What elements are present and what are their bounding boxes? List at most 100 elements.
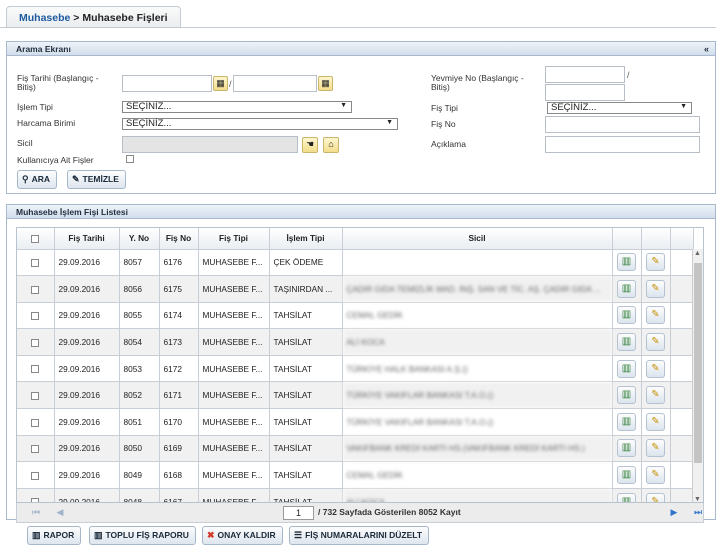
hand-pointer-icon[interactable]: ☚ bbox=[302, 137, 318, 153]
row-checkbox-cell[interactable] bbox=[17, 381, 55, 410]
select-all-checkbox[interactable] bbox=[31, 235, 40, 244]
scroll-down-icon[interactable]: ▼ bbox=[694, 496, 701, 502]
fis-numaralarini-duzelt-button[interactable]: ☰ FİŞ NUMARALARINI DÜZELT bbox=[289, 526, 430, 545]
table-row[interactable]: 29.09.2016 8050 6169 MUHASEBE F... TAHSİLAT V… bbox=[17, 435, 694, 463]
edit-pencil-icon[interactable]: ✎ bbox=[646, 279, 665, 298]
col-fis-tipi[interactable]: Fiş Tipi bbox=[198, 228, 270, 250]
edit-pencil-icon[interactable]: ✎ bbox=[646, 253, 665, 272]
row-checkbox-cell[interactable] bbox=[17, 435, 55, 463]
report-chart-icon[interactable]: ▥ bbox=[617, 359, 636, 378]
col-fis-no[interactable]: Fiş No bbox=[159, 228, 199, 250]
sicil-input[interactable] bbox=[122, 136, 298, 153]
report-chart-icon[interactable]: ▥ bbox=[617, 492, 636, 502]
chart-icon: ▥ bbox=[32, 530, 41, 540]
vertical-scrollbar[interactable]: ▲ ▼ bbox=[692, 249, 703, 502]
row-checkbox[interactable] bbox=[31, 259, 40, 268]
report-chart-icon[interactable]: ▥ bbox=[617, 333, 636, 352]
prev-page-icon[interactable]: ◀ bbox=[53, 506, 67, 519]
row-checkbox-cell[interactable] bbox=[17, 488, 55, 502]
search-panel-title: Arama Ekranı bbox=[16, 44, 71, 54]
row-checkbox-cell[interactable] bbox=[17, 408, 55, 436]
cell-fis-no: 6169 bbox=[159, 435, 199, 463]
table-row[interactable]: 29.09.2016 8049 6168 MUHASEBE F... TAHSİLAT C… bbox=[17, 461, 694, 489]
col-yno[interactable]: Y. No bbox=[119, 228, 160, 250]
edit-pencil-icon[interactable]: ✎ bbox=[646, 492, 665, 502]
last-page-icon[interactable]: ⏭ bbox=[691, 506, 705, 519]
table-row[interactable]: 29.09.2016 8051 6170 MUHASEBE F... TAHSİLAT T… bbox=[17, 408, 694, 436]
row-checkbox-cell[interactable] bbox=[17, 461, 55, 489]
edit-pencil-icon[interactable]: ✎ bbox=[646, 439, 665, 458]
harcama-birimi-label: Harcama Birimi bbox=[17, 118, 76, 128]
report-chart-icon[interactable]: ▥ bbox=[617, 253, 636, 272]
row-checkbox[interactable] bbox=[31, 338, 40, 347]
islem-tipi-select[interactable]: SEÇİNİZ... ▼ bbox=[122, 101, 352, 113]
fis-no-input[interactable] bbox=[545, 116, 700, 133]
report-chart-icon[interactable]: ▥ bbox=[617, 439, 636, 458]
table-row[interactable]: 29.09.2016 8056 6175 MUHASEBE F... TAŞINIRDA… bbox=[17, 275, 694, 303]
row-checkbox[interactable] bbox=[31, 471, 40, 480]
col-fis-tarihi[interactable]: Fiş Tarihi bbox=[54, 228, 120, 250]
next-page-icon[interactable]: ▶ bbox=[667, 506, 681, 519]
cell-sicil: CEMAL GEDİK bbox=[342, 461, 613, 489]
edit-pencil-icon[interactable]: ✎ bbox=[646, 386, 665, 405]
row-checkbox-cell[interactable] bbox=[17, 328, 55, 356]
row-checkbox[interactable] bbox=[31, 418, 40, 427]
row-checkbox-cell[interactable] bbox=[17, 249, 55, 277]
scroll-thumb[interactable] bbox=[694, 263, 702, 463]
row-checkbox-cell[interactable] bbox=[17, 275, 55, 303]
row-report-cell: ▥ bbox=[612, 249, 642, 277]
edit-pencil-icon[interactable]: ✎ bbox=[646, 412, 665, 431]
table-row[interactable]: 29.09.2016 8055 6174 MUHASEBE F... TAHSİLAT C… bbox=[17, 302, 694, 330]
fis-tipi-select[interactable]: SEÇİNİZ... ▼ bbox=[547, 102, 692, 114]
report-chart-icon[interactable]: ▥ bbox=[617, 412, 636, 431]
table-row[interactable]: 29.09.2016 8053 6172 MUHASEBE F... TAHSİLAT T… bbox=[17, 355, 694, 383]
report-chart-icon[interactable]: ▥ bbox=[617, 306, 636, 325]
row-checkbox-cell[interactable] bbox=[17, 302, 55, 330]
harcama-birimi-select[interactable]: SEÇİNİZ... ▼ bbox=[122, 118, 398, 130]
table-row[interactable]: 29.09.2016 8054 6173 MUHASEBE F... TAHSİLAT A… bbox=[17, 328, 694, 356]
table-row[interactable]: 29.09.2016 8048 6167 MUHASEBE F... TAHSİLAT A… bbox=[17, 488, 694, 502]
edit-pencil-icon[interactable]: ✎ bbox=[646, 333, 665, 352]
edit-pencil-icon[interactable]: ✎ bbox=[646, 359, 665, 378]
table-row[interactable]: 29.09.2016 8052 6171 MUHASEBE F... TAHSİLAT T… bbox=[17, 381, 694, 410]
row-extra-cell bbox=[670, 408, 694, 436]
page-number-input[interactable]: 1 bbox=[283, 506, 314, 520]
kullanici-checkbox[interactable] bbox=[126, 155, 134, 163]
calendar-icon[interactable]: ▦ bbox=[318, 76, 333, 91]
col-sicil[interactable]: Sicil bbox=[342, 228, 613, 250]
col-islem-tipi[interactable]: İşlem Tipi bbox=[269, 228, 343, 250]
cell-fis-no: 6167 bbox=[159, 488, 199, 502]
breadcrumb-root-link[interactable]: Muhasebe bbox=[19, 12, 70, 24]
row-checkbox[interactable] bbox=[31, 392, 40, 401]
broom-clear-icon[interactable]: ⌂ bbox=[323, 137, 339, 153]
row-checkbox[interactable] bbox=[31, 312, 40, 321]
aciklama-input[interactable] bbox=[545, 136, 700, 153]
scroll-up-icon[interactable]: ▲ bbox=[694, 250, 701, 257]
row-checkbox[interactable] bbox=[31, 445, 40, 454]
toplu-fis-raporu-button[interactable]: ▥ TOPLU FİŞ RAPORU bbox=[89, 526, 196, 545]
cell-sicil: TÜRKİYE VAKIFLAR BANKASI T.A.O.() bbox=[342, 408, 613, 436]
cell-yno: 8048 bbox=[119, 488, 160, 502]
edit-pencil-icon[interactable]: ✎ bbox=[646, 306, 665, 325]
onay-kaldir-button[interactable]: ✖ ONAY KALDIR bbox=[202, 526, 283, 545]
fis-tarihi-end-input[interactable] bbox=[233, 75, 317, 92]
edit-pencil-icon[interactable]: ✎ bbox=[646, 466, 665, 485]
row-checkbox[interactable] bbox=[31, 285, 40, 294]
row-checkbox[interactable] bbox=[31, 365, 40, 374]
first-page-icon[interactable]: ⏮ bbox=[29, 506, 43, 519]
row-checkbox-cell[interactable] bbox=[17, 355, 55, 383]
yevmiye-end-input[interactable] bbox=[545, 84, 625, 101]
yevmiye-start-input[interactable] bbox=[545, 66, 625, 83]
select-all-checkbox-cell[interactable] bbox=[17, 228, 55, 250]
rapor-button[interactable]: ▥ RAPOR bbox=[27, 526, 82, 545]
table-row[interactable]: 29.09.2016 8057 6176 MUHASEBE F... ÇEK ÖDEME… bbox=[17, 249, 694, 277]
report-chart-icon[interactable]: ▥ bbox=[617, 386, 636, 405]
report-chart-icon[interactable]: ▥ bbox=[617, 466, 636, 485]
calendar-icon[interactable]: ▦ bbox=[213, 76, 228, 91]
report-chart-icon[interactable]: ▥ bbox=[617, 279, 636, 298]
broom-icon: ✎ bbox=[72, 174, 80, 184]
fis-tarihi-start-input[interactable] bbox=[122, 75, 212, 92]
ara-button[interactable]: ⚲ ARA bbox=[17, 170, 58, 189]
temizle-button[interactable]: ✎ TEMİZLE bbox=[67, 170, 126, 189]
collapse-icon[interactable]: « bbox=[704, 42, 709, 56]
